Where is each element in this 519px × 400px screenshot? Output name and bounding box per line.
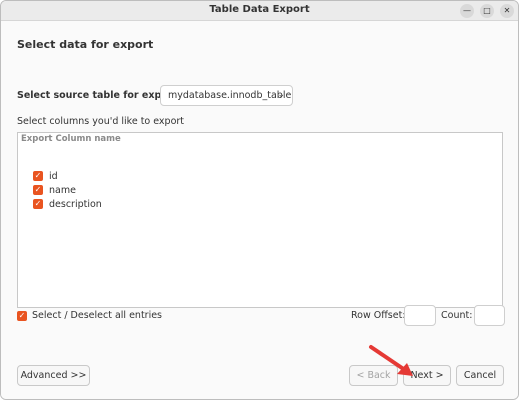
- column-name: id: [49, 170, 58, 182]
- select-all-checkbox[interactable]: ✓: [17, 310, 27, 321]
- table-data-export-window: Table Data Export — □ ✕ Select data for …: [0, 0, 519, 400]
- source-table-select[interactable]: mydatabase.innodb_table ⌄: [160, 85, 293, 106]
- source-table-value: mydatabase.innodb_table: [168, 90, 292, 101]
- row-offset-input[interactable]: [404, 305, 436, 326]
- page-title: Select data for export: [17, 38, 154, 51]
- source-table-label: Select source table for export:: [17, 90, 181, 101]
- column-name: name: [49, 184, 76, 196]
- list-item[interactable]: ✓ description: [33, 198, 102, 210]
- count-input[interactable]: [474, 305, 505, 326]
- maximize-icon[interactable]: □: [480, 4, 494, 18]
- column-name: description: [49, 198, 102, 210]
- column-header-export[interactable]: Export: [21, 134, 52, 144]
- list-item[interactable]: ✓ name: [33, 184, 76, 196]
- select-all-label: Select / Deselect all entries: [32, 310, 163, 321]
- export-checkbox[interactable]: ✓: [33, 199, 43, 209]
- title-bar: Table Data Export — □ ✕: [1, 1, 518, 21]
- column-header-name[interactable]: Column name: [55, 134, 120, 144]
- cancel-button[interactable]: Cancel: [456, 365, 504, 386]
- window-title: Table Data Export: [209, 4, 310, 15]
- export-checkbox[interactable]: ✓: [33, 185, 43, 195]
- minimize-icon[interactable]: —: [460, 4, 474, 18]
- columns-header: Export Column name: [21, 134, 124, 144]
- columns-label: Select columns you'd like to export: [17, 116, 185, 127]
- dialog-content: Select data for export Select source tab…: [1, 22, 518, 399]
- advanced-button[interactable]: Advanced >>: [17, 365, 90, 386]
- row-offset-label: Row Offset:: [351, 310, 406, 321]
- close-icon[interactable]: ✕: [500, 4, 514, 18]
- export-checkbox[interactable]: ✓: [33, 171, 43, 181]
- list-item[interactable]: ✓ id: [33, 170, 58, 182]
- select-all-toggle[interactable]: ✓ Select / Deselect all entries: [17, 310, 162, 321]
- count-label: Count:: [441, 310, 473, 321]
- annotation-arrow-icon: [369, 345, 413, 376]
- columns-list[interactable]: Export Column name ✓ id ✓ name ✓ descript…: [17, 132, 503, 308]
- chevron-down-icon: ⌄: [277, 90, 285, 100]
